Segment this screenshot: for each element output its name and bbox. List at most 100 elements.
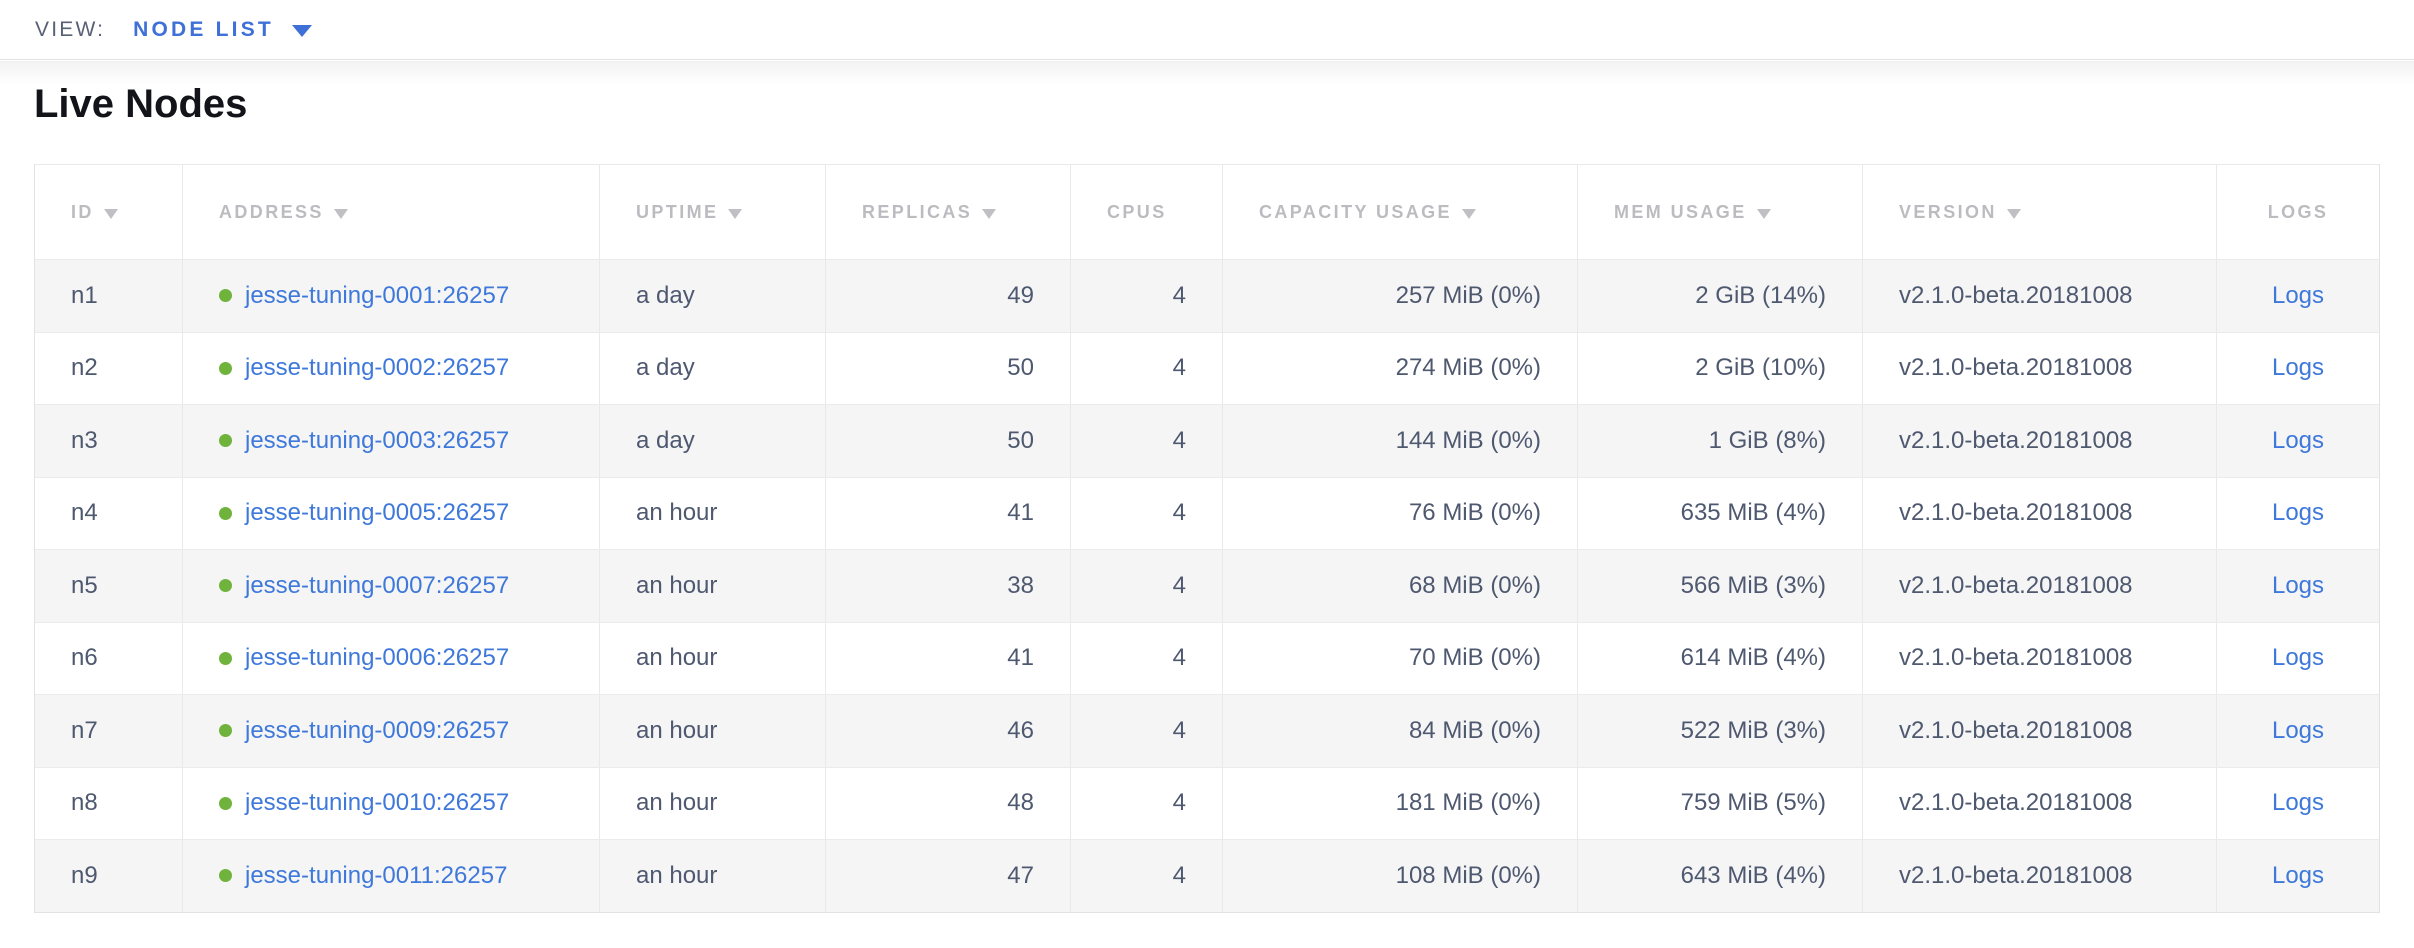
cell-cpus: 4: [1071, 405, 1223, 477]
page-title: Live Nodes: [34, 81, 2380, 127]
cell-version: v2.1.0-beta.20181008: [1863, 623, 2217, 695]
node-replicas: 38: [1007, 572, 1034, 600]
node-cpus: 4: [1173, 789, 1186, 817]
node-uptime: a day: [636, 282, 695, 310]
node-version: v2.1.0-beta.20181008: [1899, 572, 2133, 600]
node-address-link[interactable]: jesse-tuning-0003:26257: [245, 427, 509, 455]
cell-id: n9: [35, 840, 183, 912]
sort-desc-icon: [104, 209, 118, 219]
node-address-link[interactable]: jesse-tuning-0005:26257: [245, 499, 509, 527]
node-replicas: 41: [1007, 499, 1034, 527]
node-status-icon: [219, 579, 232, 592]
node-cpus: 4: [1173, 717, 1186, 745]
cell-logs: Logs: [2217, 623, 2379, 695]
logs-link[interactable]: Logs: [2272, 572, 2324, 600]
cell-uptime: a day: [600, 333, 826, 405]
logs-link[interactable]: Logs: [2272, 282, 2324, 310]
node-address-link[interactable]: jesse-tuning-0007:26257: [245, 572, 509, 600]
node-id: n7: [71, 717, 98, 745]
node-replicas: 50: [1007, 354, 1034, 382]
column-header-replicas[interactable]: REPLICAS: [826, 165, 1071, 259]
column-header-uptime[interactable]: UPTIME: [600, 165, 826, 259]
node-uptime: a day: [636, 354, 695, 382]
cell-id: n4: [35, 478, 183, 550]
node-cpus: 4: [1173, 499, 1186, 527]
node-address-link[interactable]: jesse-tuning-0009:26257: [245, 717, 509, 745]
node-mem: 643 MiB (4%): [1681, 862, 1826, 890]
cell-id: n8: [35, 768, 183, 840]
cell-uptime: an hour: [600, 768, 826, 840]
node-address-link[interactable]: jesse-tuning-0011:26257: [245, 862, 507, 890]
node-version: v2.1.0-beta.20181008: [1899, 282, 2133, 310]
node-status-icon: [219, 362, 232, 375]
cell-cpus: 4: [1071, 623, 1223, 695]
cell-uptime: a day: [600, 260, 826, 332]
cell-mem: 759 MiB (5%): [1578, 768, 1863, 840]
logs-link[interactable]: Logs: [2272, 717, 2324, 745]
logs-link[interactable]: Logs: [2272, 354, 2324, 382]
cell-mem: 635 MiB (4%): [1578, 478, 1863, 550]
column-header-label: CPUS: [1107, 202, 1167, 223]
cell-capacity: 274 MiB (0%): [1223, 333, 1578, 405]
node-mem: 2 GiB (14%): [1695, 282, 1826, 310]
node-capacity: 257 MiB (0%): [1396, 282, 1541, 310]
node-replicas: 50: [1007, 427, 1034, 455]
node-address-link[interactable]: jesse-tuning-0002:26257: [245, 354, 509, 382]
sort-desc-icon: [1462, 209, 1476, 219]
node-uptime: an hour: [636, 499, 717, 527]
node-id: n3: [71, 427, 98, 455]
cell-mem: 2 GiB (10%): [1578, 333, 1863, 405]
node-address-link[interactable]: jesse-tuning-0010:26257: [245, 789, 509, 817]
column-header-mem-usage[interactable]: MEM USAGE: [1578, 165, 1863, 259]
node-id: n2: [71, 354, 98, 382]
logs-link[interactable]: Logs: [2272, 427, 2324, 455]
node-status-icon: [219, 652, 232, 665]
cell-cpus: 4: [1071, 695, 1223, 767]
cell-capacity: 108 MiB (0%): [1223, 840, 1578, 912]
logs-link[interactable]: Logs: [2272, 789, 2324, 817]
node-capacity: 68 MiB (0%): [1409, 572, 1541, 600]
node-version: v2.1.0-beta.20181008: [1899, 789, 2133, 817]
node-replicas: 41: [1007, 644, 1034, 672]
column-header-capacity-usage[interactable]: CAPACITY USAGE: [1223, 165, 1578, 259]
cell-address: jesse-tuning-0009:26257: [183, 695, 600, 767]
node-replicas: 48: [1007, 789, 1034, 817]
cell-cpus: 4: [1071, 333, 1223, 405]
node-cpus: 4: [1173, 572, 1186, 600]
cell-capacity: 84 MiB (0%): [1223, 695, 1578, 767]
cell-logs: Logs: [2217, 840, 2379, 912]
node-address-link[interactable]: jesse-tuning-0006:26257: [245, 644, 509, 672]
sort-desc-icon: [334, 209, 348, 219]
cell-version: v2.1.0-beta.20181008: [1863, 695, 2217, 767]
cell-uptime: an hour: [600, 478, 826, 550]
column-header-version[interactable]: VERSION: [1863, 165, 2217, 259]
view-selector[interactable]: NODE LIST: [133, 18, 312, 42]
cell-id: n6: [35, 623, 183, 695]
node-mem: 566 MiB (3%): [1681, 572, 1826, 600]
logs-link[interactable]: Logs: [2272, 499, 2324, 527]
column-header-label: MEM USAGE: [1614, 202, 1747, 223]
cell-logs: Logs: [2217, 695, 2379, 767]
sort-desc-icon: [982, 209, 996, 219]
cell-replicas: 49: [826, 260, 1071, 332]
node-mem: 2 GiB (10%): [1695, 354, 1826, 382]
cell-version: v2.1.0-beta.20181008: [1863, 768, 2217, 840]
table-body: n1jesse-tuning-0001:26257a day494257 MiB…: [35, 259, 2379, 912]
cell-replicas: 47: [826, 840, 1071, 912]
column-header-address[interactable]: ADDRESS: [183, 165, 600, 259]
node-mem: 614 MiB (4%): [1681, 644, 1826, 672]
node-replicas: 49: [1007, 282, 1034, 310]
column-header-id[interactable]: ID: [35, 165, 183, 259]
logs-link[interactable]: Logs: [2272, 862, 2324, 890]
column-header-label: LOGS: [2268, 202, 2329, 223]
node-cpus: 4: [1173, 644, 1186, 672]
cell-capacity: 68 MiB (0%): [1223, 550, 1578, 622]
node-address-link[interactable]: jesse-tuning-0001:26257: [245, 282, 509, 310]
table-row: n7jesse-tuning-0009:26257an hour46484 Mi…: [35, 694, 2379, 767]
node-version: v2.1.0-beta.20181008: [1899, 644, 2133, 672]
node-version: v2.1.0-beta.20181008: [1899, 862, 2133, 890]
logs-link[interactable]: Logs: [2272, 644, 2324, 672]
node-cpus: 4: [1173, 427, 1186, 455]
node-status-icon: [219, 724, 232, 737]
node-capacity: 108 MiB (0%): [1396, 862, 1541, 890]
